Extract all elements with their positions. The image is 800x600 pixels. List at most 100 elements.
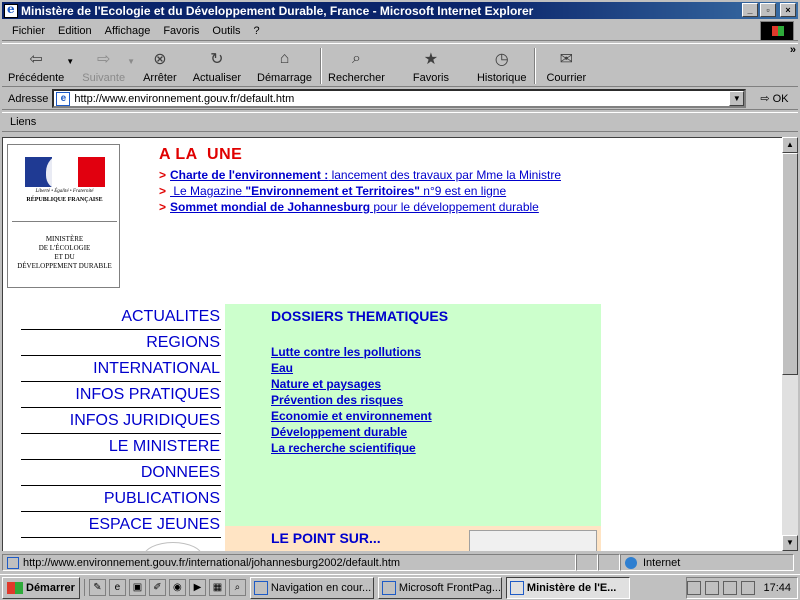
address-dropdown-icon[interactable]: ▼ [729,91,745,106]
taskbar-item[interactable]: Navigation en cour... [249,576,374,599]
status-page-icon [7,556,19,569]
headline-title: A LA UNE [159,146,243,163]
address-bar: Adresse e http://www.environnement.gouv.… [2,88,798,110]
quicklaunch-tool-icon[interactable]: ✐ [148,579,166,596]
toolbar-chevron-icon[interactable]: » [790,44,796,56]
quicklaunch-desktop-icon[interactable]: ▣ [128,579,146,596]
nav-publications[interactable]: PUBLICATIONS [21,486,221,512]
start-button[interactable]: Démarrer [2,576,80,599]
windows-throbber-logo [760,21,794,41]
quicklaunch-grid-icon[interactable]: ▦ [208,579,226,596]
dossier-link[interactable]: Prévention des risques [271,392,432,408]
logo-republique: RÉPUBLIQUE FRANÇAISE [26,197,103,203]
nav-actualites[interactable]: ACTUALITES [21,304,221,330]
scroll-up-icon[interactable]: ▲ [782,137,798,153]
nav-international[interactable]: INTERNATIONAL [21,356,221,382]
status-progress [576,554,598,571]
status-text: http://www.environnement.gouv.fr/interna… [2,554,576,571]
status-bar: http://www.environnement.gouv.fr/interna… [2,553,798,572]
favorites-button[interactable]: ★ Favoris [413,46,449,86]
partial-image [143,542,203,551]
taskbar-item[interactable]: Microsoft FrontPag... [377,576,502,599]
quicklaunch-app-icon[interactable]: ◉ [168,579,186,596]
nav-regions[interactable]: REGIONS [21,330,221,356]
scroll-thumb[interactable] [782,153,798,375]
standard-toolbar: ⇦ Précédente ▼ ⇨ Suivante ▼ ⊗ Arrêter ↻ … [2,43,798,87]
nav-le-ministere[interactable]: LE MINISTERE [21,434,221,460]
toolbar-separator [534,48,537,84]
tray-app-icon[interactable] [723,581,738,595]
tray-printer-icon[interactable] [741,581,756,595]
dossier-link[interactable]: Lutte contre les pollutions [271,344,432,360]
browser-window: Ministère de l'Ecologie et du Développem… [0,0,800,574]
page-content: Liberté • Égalité • Fraternité RÉPUBLIQU… [2,137,782,551]
dossier-link[interactable]: Eau [271,360,432,376]
nav-donnees[interactable]: DONNEES [21,460,221,486]
menu-outils[interactable]: Outils [212,25,240,37]
title-bar[interactable]: Ministère de l'Ecologie et du Développem… [2,2,798,19]
go-button[interactable]: ⇨ OK [760,92,788,106]
dossier-link[interactable]: Nature et paysages [271,376,432,392]
menu-favoris[interactable]: Favoris [163,25,199,37]
status-zone: Internet [620,554,794,571]
address-label: Adresse [8,92,49,105]
menu-edition[interactable]: Edition [58,25,92,37]
dossier-link[interactable]: La recherche scientifique [271,440,432,456]
quicklaunch-notepad-icon[interactable]: ✎ [88,579,106,596]
logo-divider [12,221,117,222]
dossiers-panel: DOSSIERS THEMATIQUES Lutte contre les po… [225,304,601,526]
tray-speaker-icon[interactable] [687,581,702,595]
address-input[interactable]: e http://www.environnement.gouv.fr/defau… [52,89,747,108]
ie-icon [509,580,524,595]
quicklaunch-media-icon[interactable]: ▶ [188,579,206,596]
home-button[interactable]: ⌂ Démarrage [257,46,312,86]
quicklaunch-ie-icon[interactable]: e [108,579,126,596]
dossiers-title: DOSSIERS THEMATIQUES [271,308,449,324]
minimize-button[interactable]: _ [742,3,758,17]
vertical-scrollbar[interactable]: ▲ ▼ [782,137,798,551]
search-button[interactable]: ⌕ Rechercher [328,46,385,86]
news-item[interactable]: > Le Magazine "Environnement et Territoi… [159,184,506,198]
taskbar: Démarrer ✎ e ▣ ✐ ◉ ▶ ▦ ⌕ Navigation en c… [0,574,800,600]
stop-icon: ⊗ [153,51,167,68]
news-item[interactable]: > Sommet mondial de Johannesburg pour le … [159,200,539,214]
nav-infos-pratiques[interactable]: INFOS PRATIQUES [21,382,221,408]
forward-button[interactable]: ⇨ Suivante [82,46,125,86]
main-nav: ACTUALITES REGIONS INTERNATIONAL INFOS P… [21,304,221,538]
dossier-link[interactable]: Economie et environnement [271,408,432,424]
mail-button[interactable]: ✉ Courrier [546,46,586,86]
scroll-down-icon[interactable]: ▼ [782,535,798,551]
mail-icon: ✉ [559,51,574,68]
logo-devise: Liberté • Égalité • Fraternité [35,189,94,194]
stop-button[interactable]: ⊗ Arrêter [143,46,177,86]
point-sur-panel: LE POINT SUR... [225,526,601,551]
forward-dropdown-icon[interactable]: ▼ [127,57,137,86]
back-dropdown-icon[interactable]: ▼ [66,57,76,86]
clock[interactable]: 17:44 [763,582,791,594]
address-url: http://www.environnement.gouv.fr/default… [74,92,295,105]
back-button[interactable]: ⇦ Précédente [8,46,64,86]
nav-espace-jeunes[interactable]: ESPACE JEUNES [21,512,221,538]
quicklaunch-search-icon[interactable]: ⌕ [228,579,246,596]
window-title: Ministère de l'Ecologie et du Développem… [21,3,534,18]
refresh-icon: ↻ [210,51,224,68]
status-secure [598,554,620,571]
dossier-link[interactable]: Développement durable [271,424,432,440]
history-button[interactable]: ◷ Historique [477,46,527,86]
menu-fichier[interactable]: Fichier [12,25,45,37]
refresh-button[interactable]: ↻ Actualiser [193,46,241,86]
maximize-button[interactable]: ▫ [760,3,776,17]
point-sur-title: LE POINT SUR... [271,530,381,546]
menu-help[interactable]: ? [254,25,260,37]
ministry-logo[interactable]: Liberté • Égalité • Fraternité RÉPUBLIQU… [7,144,120,288]
close-button[interactable]: × [780,3,796,17]
taskbar-item-active[interactable]: Ministère de l'E... [505,576,630,599]
news-item[interactable]: > Charte de l'environnement : lancement d… [159,168,561,182]
ie-app-icon[interactable] [4,2,18,18]
links-label[interactable]: Liens [10,116,36,128]
menu-affichage[interactable]: Affichage [105,25,151,37]
tray-network-icon[interactable] [705,581,720,595]
internet-globe-icon [625,556,637,569]
nav-infos-juridiques[interactable]: INFOS JURIDIQUES [21,408,221,434]
forward-arrow-icon: ⇨ [96,51,111,68]
